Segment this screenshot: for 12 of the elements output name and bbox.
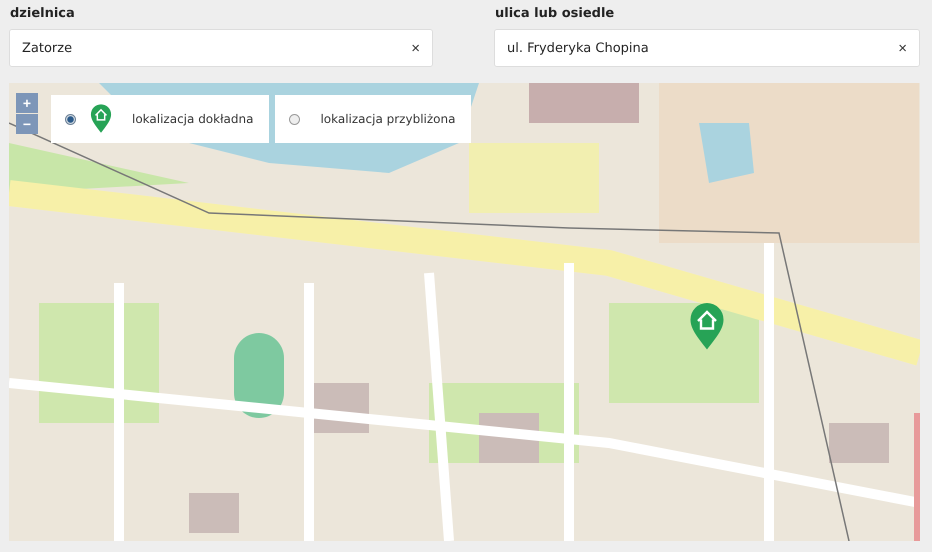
house-pin-icon xyxy=(90,104,112,134)
field-label: dzielnica xyxy=(9,6,76,21)
input-field[interactable]: Zatorze × xyxy=(9,29,433,67)
input-field[interactable]: ul. Fryderyka Chopina × xyxy=(494,29,920,67)
clear-button[interactable]: × xyxy=(896,40,909,56)
radio-button[interactable] xyxy=(65,114,76,124)
clear-button[interactable]: × xyxy=(409,40,422,56)
house-pin-icon xyxy=(689,303,725,351)
radio-button[interactable] xyxy=(289,114,300,124)
location-option[interactable]: lokalizacja przybliżona xyxy=(275,95,472,143)
location-option[interactable]: lokalizacja dokładna xyxy=(51,95,270,143)
field-label: ulica lub osiedle xyxy=(494,6,616,21)
